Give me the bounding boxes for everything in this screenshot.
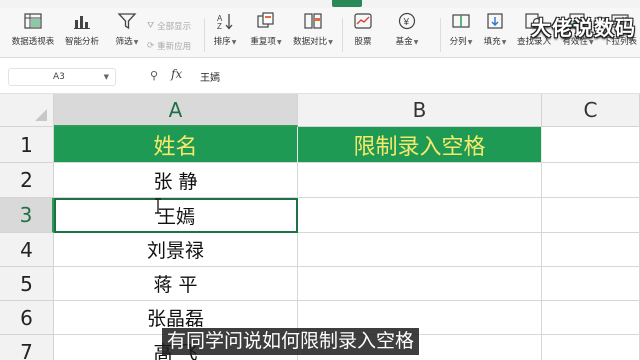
- row-header-4[interactable]: 4: [0, 233, 54, 267]
- fill-caret-icon[interactable]: ▼: [502, 39, 507, 46]
- cell-c7[interactable]: [542, 335, 640, 360]
- split-columns-button[interactable]: 分列▼: [446, 12, 476, 56]
- cell-b4[interactable]: [298, 233, 542, 267]
- channel-watermark: 大佬说数码: [531, 16, 636, 40]
- sort-caret-icon[interactable]: ▼: [232, 39, 237, 46]
- name-box-value: A3: [53, 72, 65, 82]
- fund-caret-icon[interactable]: ▼: [414, 39, 419, 46]
- data-compare-button[interactable]: 数据对比▼: [290, 12, 336, 56]
- duplicates-icon: [257, 12, 274, 28]
- svg-text:¥: ¥: [403, 17, 410, 28]
- fund-icon: ¥: [398, 12, 416, 30]
- fill-icon: [487, 13, 503, 29]
- cell-a2[interactable]: 张 静: [54, 163, 298, 198]
- data-compare-label: 数据对比: [293, 37, 328, 47]
- data-compare-icon: [304, 13, 322, 29]
- pivot-table-button[interactable]: 数据透视表: [8, 12, 58, 56]
- data-compare-caret-icon[interactable]: ▼: [328, 39, 333, 46]
- column-header-c[interactable]: C: [542, 94, 640, 127]
- split-columns-icon: [452, 14, 470, 28]
- reapply-label: 重新应用: [157, 42, 192, 52]
- stock-icon: [354, 13, 372, 29]
- fund-button[interactable]: ¥ 基金▼: [392, 12, 422, 56]
- row-header-3[interactable]: 3: [0, 198, 54, 233]
- name-box[interactable]: A3 ▼: [8, 68, 116, 86]
- sort-button[interactable]: A Z 排序▼: [210, 12, 240, 56]
- formula-bar: A3 ▼ ⚲ fx 王嫣: [0, 58, 640, 94]
- cell-c3[interactable]: [542, 198, 640, 233]
- split-columns-label: 分列: [449, 37, 467, 47]
- cell-c5[interactable]: [542, 267, 640, 301]
- row-header-5[interactable]: 5: [0, 267, 54, 301]
- cell-a4[interactable]: 刘景禄: [54, 233, 298, 267]
- fill-label: 填充: [483, 37, 501, 47]
- stock-label: 股票: [354, 37, 372, 47]
- fund-label: 基金: [395, 37, 413, 47]
- duplicates-caret-icon[interactable]: ▼: [277, 39, 282, 46]
- sort-icon: A Z: [217, 14, 233, 30]
- svg-text:Z: Z: [217, 22, 222, 30]
- spreadsheet-grid: A B C 1 2 3 4 5 6 7 姓名 限制录入空格 张 静 王嫣 刘景禄…: [0, 94, 640, 360]
- pivot-table-icon: [24, 13, 42, 29]
- sort-label: 排序: [213, 37, 231, 47]
- smart-analysis-icon: [74, 16, 90, 29]
- zoom-icon[interactable]: ⚲: [150, 69, 158, 82]
- text-cursor-icon: [155, 198, 161, 214]
- insert-function-icon[interactable]: fx: [171, 67, 182, 81]
- cell-a3-active[interactable]: 王嫣: [54, 198, 298, 233]
- pivot-table-label: 数据透视表: [11, 37, 55, 47]
- select-all-corner[interactable]: [0, 94, 54, 127]
- column-header-a[interactable]: A: [54, 94, 298, 127]
- cell-c1[interactable]: [542, 127, 640, 163]
- duplicates-button[interactable]: 重复项▼: [248, 12, 284, 56]
- ribbon-toolbar: 数据透视表 智能分析 筛选▼ ⛛ 全部显示 ⟳ 重新应用 A Z 排序▼ 重复项…: [0, 8, 640, 58]
- cell-a1-name-header[interactable]: 姓名: [54, 127, 298, 163]
- filter-button[interactable]: 筛选▼: [112, 12, 142, 56]
- filter-icon: [117, 13, 137, 30]
- smart-analysis-button[interactable]: 智能分析: [62, 12, 102, 56]
- cell-a5[interactable]: 蒋 平: [54, 267, 298, 301]
- active-tab-indicator[interactable]: [332, 0, 362, 7]
- ribbon-separator: [204, 18, 205, 52]
- reapply-icon: ⟳: [147, 41, 155, 51]
- cell-b1-restriction-header[interactable]: 限制录入空格: [298, 127, 542, 163]
- formula-content[interactable]: 王嫣: [200, 69, 220, 84]
- ribbon-tab-strip: [0, 0, 640, 8]
- duplicates-label: 重复项: [250, 37, 276, 47]
- cell-b2[interactable]: [298, 163, 542, 198]
- cell-c2[interactable]: [542, 163, 640, 198]
- row-header-2[interactable]: 2: [0, 163, 54, 198]
- filter-caret-icon[interactable]: ▼: [134, 39, 139, 46]
- row-header-7[interactable]: 7: [0, 335, 54, 360]
- name-box-dropdown-icon[interactable]: ▼: [104, 69, 109, 85]
- row-header-1[interactable]: 1: [0, 127, 54, 163]
- fill-button[interactable]: 填充▼: [480, 12, 510, 56]
- cell-c4[interactable]: [542, 233, 640, 267]
- show-all-label: 全部显示: [157, 22, 192, 32]
- ribbon-separator: [342, 18, 343, 52]
- stock-button[interactable]: 股票: [348, 12, 378, 56]
- show-all-button[interactable]: ⛛ 全部显示: [147, 20, 191, 32]
- row-header-6[interactable]: 6: [0, 301, 54, 335]
- show-all-icon: ⛛: [147, 21, 155, 31]
- filter-label: 筛选: [115, 37, 133, 47]
- split-caret-icon[interactable]: ▼: [468, 39, 473, 46]
- column-header-b[interactable]: B: [298, 94, 542, 127]
- reapply-button[interactable]: ⟳ 重新应用: [147, 40, 191, 52]
- cell-c6[interactable]: [542, 301, 640, 335]
- video-subtitle: 有同学问说如何限制录入空格: [162, 328, 420, 355]
- smart-analysis-label: 智能分析: [64, 37, 99, 47]
- cell-b3[interactable]: [298, 198, 542, 233]
- ribbon-separator: [440, 18, 441, 52]
- cell-b5[interactable]: [298, 267, 542, 301]
